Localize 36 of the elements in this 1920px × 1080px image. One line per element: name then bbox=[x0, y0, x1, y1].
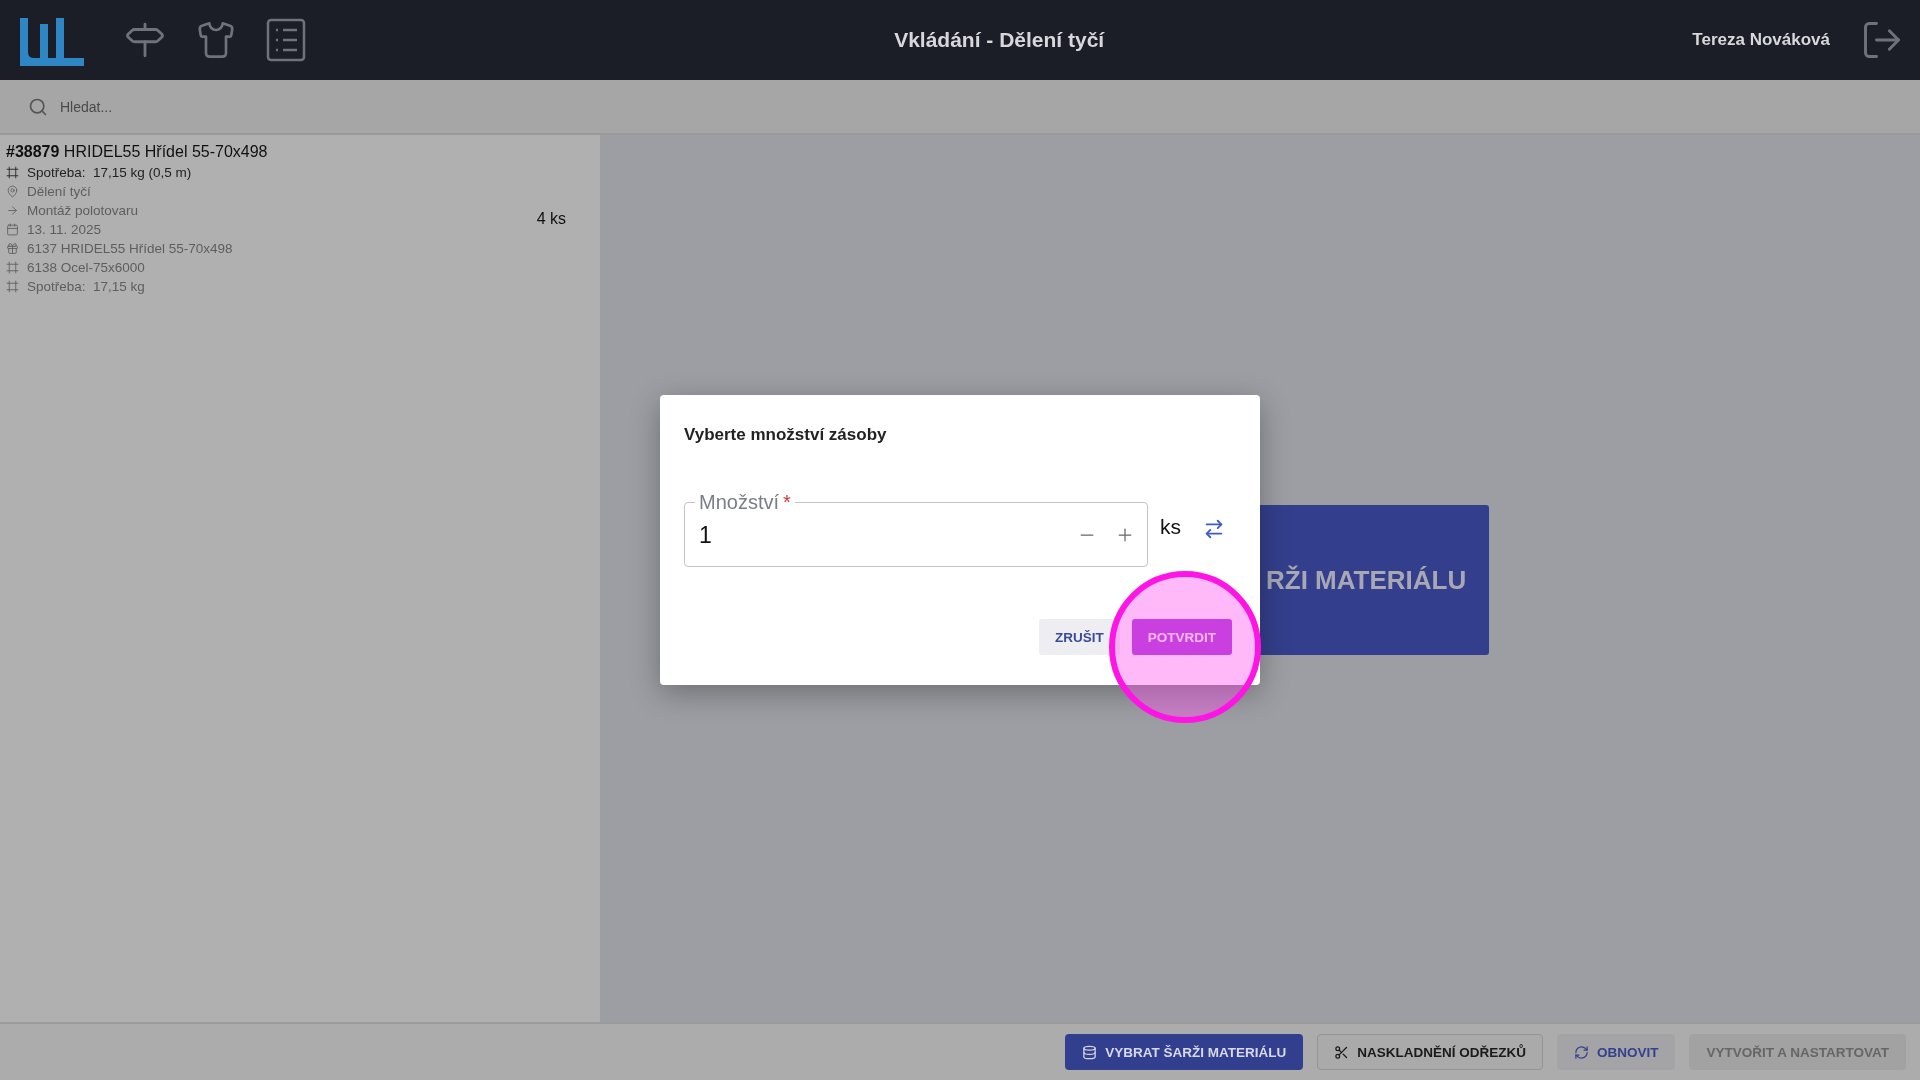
footer-button[interactable]: NASKLADNĚNÍ ODŘEZKŮ bbox=[1317, 1034, 1543, 1070]
order-detail: Dělení tyčí bbox=[27, 184, 91, 199]
search-field[interactable]: Hledat... bbox=[58, 97, 362, 116]
arrow-right-icon bbox=[6, 204, 19, 217]
quantity-input[interactable]: 1 bbox=[697, 520, 1059, 550]
calendar-icon bbox=[6, 223, 19, 236]
frame-icon bbox=[6, 280, 19, 293]
swap-icon[interactable] bbox=[1203, 518, 1225, 540]
frame-icon bbox=[6, 261, 19, 274]
order-detail: 13. 11. 2025 bbox=[27, 222, 102, 237]
scissors-icon bbox=[1334, 1044, 1350, 1060]
order-detail: Montáž polotovaru bbox=[27, 203, 139, 218]
refresh-icon bbox=[1573, 1044, 1589, 1060]
page-title: Vkládání - Dělení tyčí bbox=[893, 28, 1106, 52]
order-quantity: 4 ks bbox=[536, 209, 566, 228]
database-icon bbox=[1082, 1044, 1098, 1060]
dialog-title: Vyberte množství zásoby bbox=[684, 425, 888, 445]
order-detail: 6137 HRIDEL55 Hřídel 55-70x498 bbox=[27, 241, 233, 256]
order-detail: 6138 Ocel-75x6000 bbox=[27, 260, 145, 275]
gift-icon bbox=[6, 242, 19, 255]
footer-button[interactable]: VYBRAT ŠARŽI MATERIÁLU bbox=[1065, 1034, 1304, 1070]
frame-icon bbox=[6, 166, 19, 179]
cancel-button[interactable]: ZRUŠIT bbox=[1039, 619, 1120, 655]
order-detail: Spotřeba: 17,15 kg bbox=[27, 279, 145, 294]
field-label: Množství * bbox=[698, 491, 792, 514]
unit-label: ks bbox=[1160, 515, 1181, 539]
quantity-field[interactable]: Množství * 1 bbox=[684, 491, 1148, 567]
select-batch-button[interactable]: RŽI MATERIÁLU bbox=[1260, 505, 1489, 655]
shirt-icon[interactable] bbox=[196, 20, 236, 60]
user-name: Tereza Nováková bbox=[1692, 30, 1830, 50]
order-detail: Spotřeba: 17,15 kg (0,5 m) bbox=[27, 165, 192, 180]
footer-button[interactable]: OBNOVIT bbox=[1556, 1034, 1676, 1070]
search-icon bbox=[28, 96, 48, 117]
location-pin-icon bbox=[6, 185, 19, 198]
list-icon[interactable] bbox=[266, 18, 306, 62]
order-title: #38879 HRIDEL55 Hřídel 55-70x498 bbox=[6, 143, 269, 161]
